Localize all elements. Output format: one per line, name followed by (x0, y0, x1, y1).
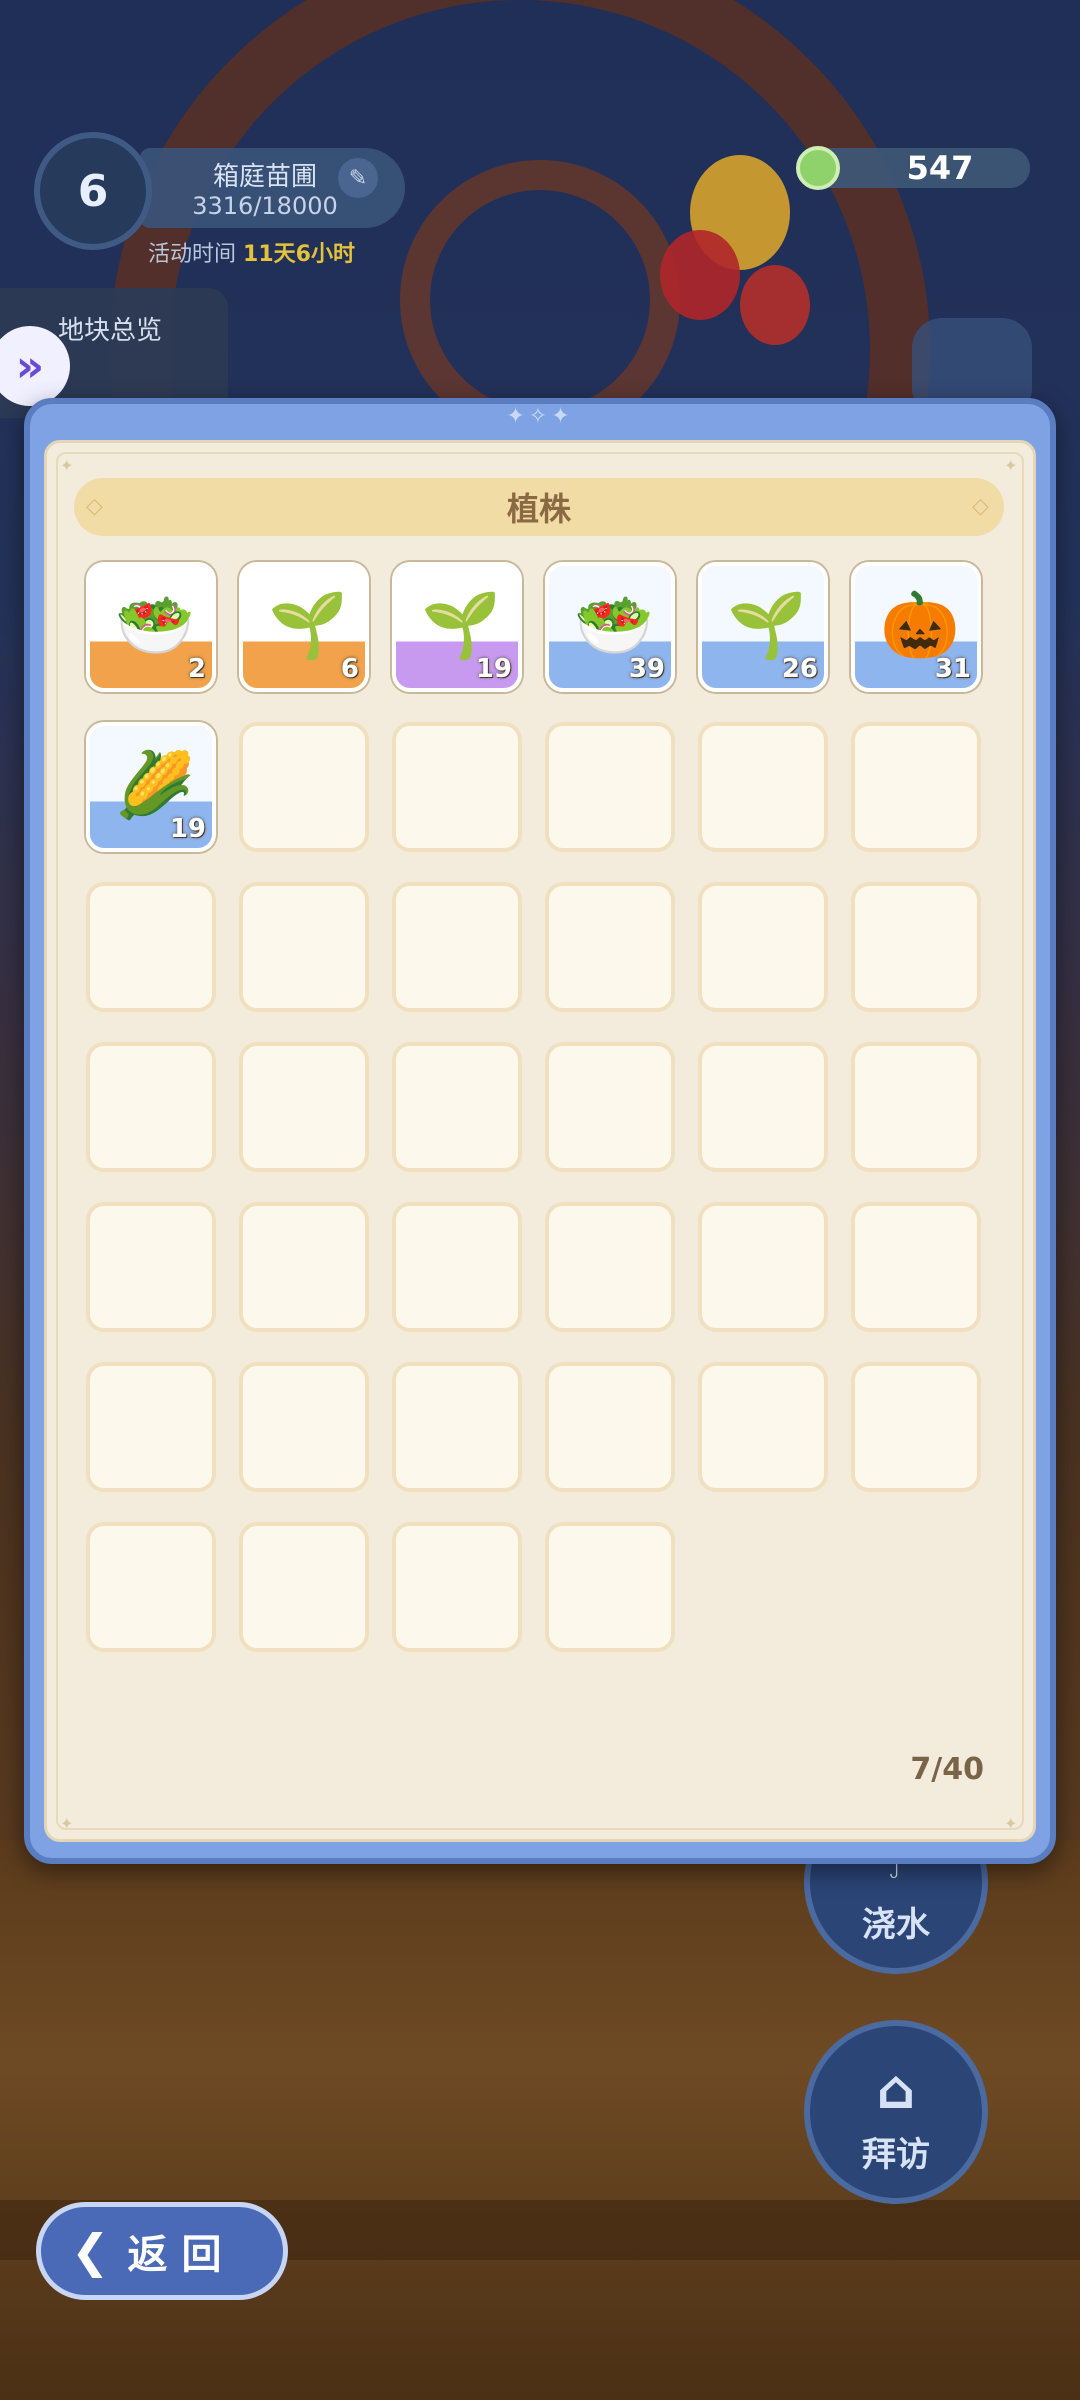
empty-slot[interactable] (86, 882, 216, 1012)
empty-slot[interactable] (392, 1202, 522, 1332)
plant-slot-veggie-soup-plant[interactable]: 🥗 2 (86, 562, 216, 692)
empty-slot[interactable] (545, 1202, 675, 1332)
plant-slot-pumpkin-witch-plant[interactable]: 🎃 31 (851, 562, 981, 692)
empty-slot[interactable] (239, 1042, 369, 1172)
corner-ornament-icon: ✦ (1004, 1814, 1018, 1833)
corner-ornament-icon: ✦ (60, 456, 74, 475)
empty-slot[interactable] (698, 1362, 828, 1492)
plant-count: 31 (934, 654, 971, 684)
back-button[interactable]: ❮ 返 回 (36, 2202, 288, 2300)
plant-count: 19 (169, 814, 206, 844)
empty-slot[interactable] (239, 1522, 369, 1652)
visit-button[interactable]: ⌂ 拜访 (804, 2020, 988, 2204)
edit-pencil-icon[interactable]: ✎ (338, 158, 378, 198)
empty-slot[interactable] (698, 1042, 828, 1172)
water-label: 浇水 (862, 1905, 930, 1945)
plant-count: 19 (475, 654, 512, 684)
level-number: 6 (77, 165, 109, 217)
plant-slot-radish-plant[interactable]: 🌱 26 (698, 562, 828, 692)
corner-ornament-icon: ✦ (1004, 456, 1018, 475)
plant-slot-veggie-soup-plant[interactable]: 🥗 39 (545, 562, 675, 692)
empty-slot[interactable] (698, 722, 828, 852)
empty-slot[interactable] (392, 1522, 522, 1652)
empty-slot[interactable] (545, 1522, 675, 1652)
plant-slot-corn-plant[interactable]: 🌽 19 (86, 722, 216, 852)
event-time-label: 活动时间 (148, 242, 237, 267)
plant-count: 39 (628, 654, 665, 684)
empty-slot[interactable] (239, 1202, 369, 1332)
balloon-red (660, 230, 740, 320)
empty-slot[interactable] (545, 1362, 675, 1492)
empty-slot[interactable] (698, 882, 828, 1012)
inventory-capacity: 7/40 (910, 1752, 984, 1787)
empty-slot[interactable] (392, 722, 522, 852)
currency-value: 547 (906, 149, 974, 187)
empty-slot[interactable] (851, 1362, 981, 1492)
panel-title: 植株 (74, 478, 1004, 536)
balloon-red-2 (740, 265, 810, 345)
empty-slot[interactable] (545, 882, 675, 1012)
empty-slot[interactable] (545, 1042, 675, 1172)
empty-slot[interactable] (86, 1362, 216, 1492)
empty-slot[interactable] (392, 1042, 522, 1172)
title-diamond-icon: ◇ (972, 494, 989, 519)
empty-slot[interactable] (851, 882, 981, 1012)
event-time: 活动时间 11天6小时 (148, 236, 355, 268)
panel-sparkle-decoration: ✦✧✦ (506, 404, 574, 429)
event-time-value: 11天6小时 (243, 242, 355, 267)
level-badge: 6 (34, 132, 152, 250)
empty-slot[interactable] (545, 722, 675, 852)
plot-overview-label: 地块总览 (58, 316, 163, 346)
empty-slot[interactable] (698, 1202, 828, 1332)
visit-label: 拜访 (862, 2135, 930, 2175)
empty-slot[interactable] (851, 722, 981, 852)
plant-slot-radish-plant[interactable]: 🌱 19 (392, 562, 522, 692)
lime-currency-icon (796, 146, 840, 190)
empty-slot[interactable] (851, 1202, 981, 1332)
back-label: 返 回 (127, 2232, 222, 2278)
empty-slot[interactable] (86, 1042, 216, 1172)
empty-slot[interactable] (86, 1522, 216, 1652)
plant-grid: 🥗 2 🌱 6 🌱 19 🥗 39 🌱 26 🎃 31 🌽 19 (86, 562, 996, 1652)
empty-slot[interactable] (239, 722, 369, 852)
cat-house-icon: ⌂ (876, 2058, 916, 2121)
empty-slot[interactable] (86, 1202, 216, 1332)
garden-progress: 3316/18000 (192, 192, 338, 220)
title-diamond-icon: ◇ (86, 494, 103, 519)
empty-slot[interactable] (239, 882, 369, 1012)
plant-slot-radish-plant[interactable]: 🌱 6 (239, 562, 369, 692)
back-arrow-icon: ❮ (71, 2224, 110, 2278)
plant-count: 26 (781, 654, 818, 684)
empty-slot[interactable] (392, 1362, 522, 1492)
plant-count: 6 (340, 654, 359, 684)
plant-count: 2 (187, 654, 206, 684)
empty-slot[interactable] (851, 1042, 981, 1172)
garden-name: 箱庭苗圃 (212, 162, 317, 192)
empty-slot[interactable] (239, 1362, 369, 1492)
corner-ornament-icon: ✦ (60, 1814, 74, 1833)
empty-slot[interactable] (392, 882, 522, 1012)
